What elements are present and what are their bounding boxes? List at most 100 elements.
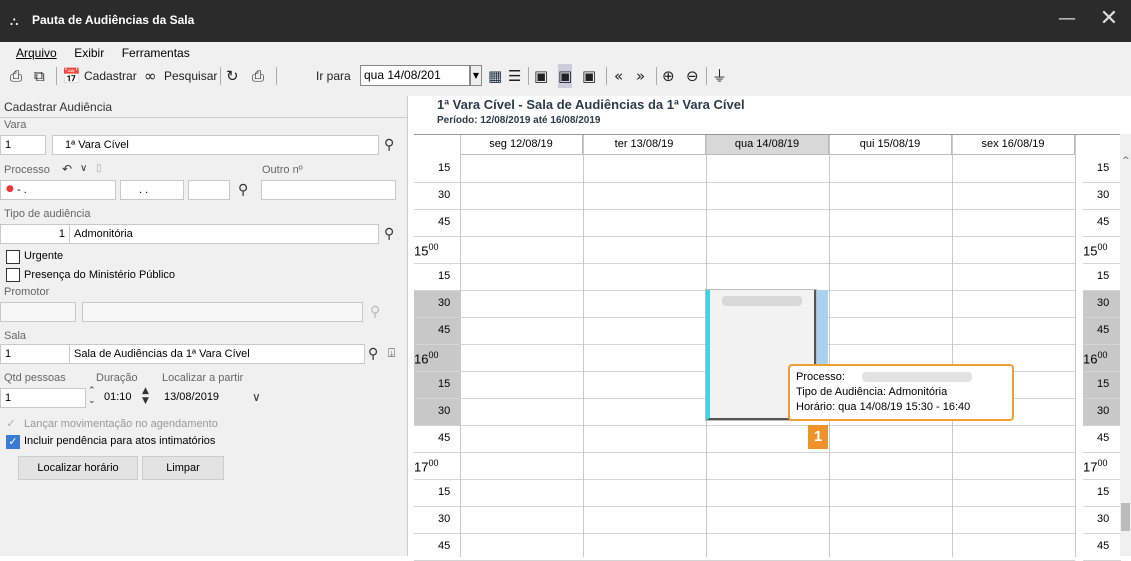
chevron-down-icon[interactable]: ∨ (80, 160, 87, 178)
duracao-field[interactable]: 01:10 (100, 388, 140, 408)
time-gutter-slot (414, 210, 460, 237)
section-title: Cadastrar Audiência (4, 100, 113, 114)
time-slot-row[interactable] (460, 237, 1075, 264)
close-button[interactable]: ✕ (1094, 6, 1124, 34)
search-icon[interactable]: ⚲ (384, 225, 394, 243)
time-slot-row[interactable] (460, 534, 1075, 561)
processo-field-3[interactable] (188, 180, 230, 200)
incluir-checkbox[interactable]: ✓ (6, 435, 20, 449)
search-icon[interactable]: ⚲ (238, 181, 248, 199)
qtd-field[interactable]: 1 (0, 388, 86, 408)
day-header-0[interactable]: seg 12/08/19 (460, 135, 583, 155)
minute-label: 15 (438, 270, 450, 282)
day-header-4[interactable]: sex 16/08/19 (952, 135, 1075, 155)
time-slot-row[interactable] (460, 480, 1075, 507)
pesquisar-button[interactable]: Pesquisar (164, 64, 217, 88)
zoom-in-icon[interactable]: ⊕ (662, 64, 675, 88)
refresh-icon[interactable]: ↻ (226, 64, 239, 88)
time-text: 45 (1097, 540, 1110, 552)
chevron-down-icon[interactable]: ∨ (252, 388, 261, 406)
workweek-view-icon[interactable]: ▣ (582, 64, 596, 88)
vara-label: Vara (4, 119, 27, 131)
print-list-icon[interactable]: ⎙ (10, 64, 22, 88)
tipo-label: Tipo de audiência (4, 208, 91, 220)
minute-label: 30 (438, 405, 450, 417)
minute-label: 15 (438, 162, 450, 174)
tooltip-tipo: Tipo de Audiência: Admonitória (796, 386, 948, 398)
promotor-name-field[interactable] (82, 302, 363, 322)
urgente-checkbox[interactable] (6, 250, 20, 264)
minute-label: 30 (438, 297, 450, 309)
menu-arquivo[interactable]: Arquivo (16, 46, 57, 60)
day-header-1[interactable]: ter 13/08/19 (583, 135, 706, 155)
minute-label: 45 (1097, 324, 1109, 336)
next-icon[interactable]: » (636, 64, 645, 88)
vara-name-field[interactable]: 1ª Vara Cível (52, 135, 379, 155)
time-text: 45 (1097, 216, 1110, 228)
menu-exibir[interactable]: Exibir (74, 46, 104, 60)
localizar-horario-button[interactable]: Localizar horário (18, 456, 138, 480)
menu-ferramentas[interactable]: Ferramentas (122, 46, 190, 60)
filter-icon[interactable]: ⏚ (712, 64, 727, 88)
time-slot-row[interactable] (460, 183, 1075, 210)
goto-date-select[interactable]: qua 14/08/201 (360, 65, 470, 86)
scrollbar-thumb[interactable] (1121, 503, 1130, 531)
sala-name-field[interactable]: Sala de Audiências da 1ª Vara Cível (70, 344, 365, 364)
time-text: 45 (1097, 324, 1110, 336)
calendar-add-icon[interactable]: 📅 (62, 64, 81, 88)
list-view-icon[interactable]: ☰ (508, 64, 521, 88)
time-slot-row[interactable] (460, 426, 1075, 453)
day-header-3[interactable]: qui 15/08/19 (829, 135, 952, 155)
search-icon[interactable]: ⚲ (368, 345, 378, 363)
processo-field-2[interactable]: . . (120, 180, 184, 200)
minute-label: 45 (1097, 540, 1109, 552)
time-gutter-slot (414, 426, 460, 453)
vara-code-field[interactable]: 1 (0, 135, 46, 155)
time-text: 15 (1097, 162, 1110, 174)
time-slot-row[interactable] (460, 156, 1075, 183)
minute-label: 15 (1097, 486, 1109, 498)
delete-icon[interactable]: ⍗ (388, 344, 395, 362)
undo-icon[interactable]: ↶ (62, 160, 72, 178)
print-icon[interactable]: ⎙ (252, 64, 264, 88)
time-slot-row[interactable] (460, 210, 1075, 237)
copy-icon[interactable]: ▯ (96, 160, 102, 178)
processo-field-1[interactable]: - . (0, 180, 116, 200)
chevron-down-icon[interactable]: ▼ (470, 65, 482, 86)
time-slot-row[interactable] (460, 264, 1075, 291)
time-slot-row[interactable] (460, 507, 1075, 534)
qtd-stepper-icon[interactable]: ⌃ ⌄ (88, 386, 96, 406)
sala-code-field[interactable]: 1 (0, 344, 70, 364)
hour-label: 1700 (414, 458, 438, 474)
column-divider (583, 135, 584, 557)
day-header-2[interactable]: qua 14/08/19 (706, 135, 829, 155)
minute-label: 45 (1097, 432, 1109, 444)
time-sup: 00 (428, 350, 439, 360)
binoculars-icon[interactable]: ∞ (144, 64, 157, 88)
limpar-button[interactable]: Limpar (142, 456, 224, 480)
zoom-out-icon[interactable]: ⊖ (686, 64, 699, 88)
copy-icon[interactable]: ⧉ (34, 64, 45, 88)
week-view-icon[interactable]: ▣ (558, 64, 573, 88)
time-text: 30 (438, 513, 451, 525)
tipo-name-field[interactable]: Admonitória (70, 224, 379, 244)
search-icon[interactable]: ⚲ (370, 303, 380, 321)
month-view-icon[interactable]: ▦ (488, 64, 502, 88)
time-gutter-slot (414, 372, 460, 399)
duracao-stepper-icon[interactable]: ▲ ▼ (142, 386, 149, 406)
time-gutter-slot (414, 156, 460, 183)
tipo-code-field[interactable]: 1 (0, 224, 70, 244)
previous-icon[interactable]: « (614, 64, 623, 88)
day-view-icon[interactable]: ▣ (534, 64, 548, 88)
scroll-up-icon[interactable]: ^ (1122, 156, 1130, 166)
presenca-checkbox[interactable] (6, 268, 20, 282)
ir-para-label: Ir para (316, 69, 351, 83)
cadastrar-button[interactable]: Cadastrar (84, 64, 137, 88)
promotor-code-field[interactable] (0, 302, 76, 322)
minimize-button[interactable]: — (1052, 8, 1082, 34)
minute-label: 45 (438, 324, 450, 336)
time-slot-row[interactable] (460, 453, 1075, 480)
outro-field[interactable] (261, 180, 396, 200)
search-icon[interactable]: ⚲ (384, 136, 394, 154)
vertical-scrollbar[interactable] (1120, 134, 1131, 556)
